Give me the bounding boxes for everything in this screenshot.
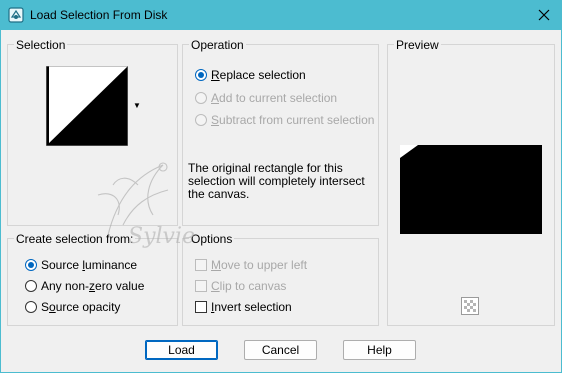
any-non-zero-value-radio[interactable]: Any non-zero value (25, 279, 144, 293)
source-opacity-radio[interactable]: Source opacity (25, 300, 120, 314)
transparency-grid-icon[interactable] (461, 297, 479, 315)
cancel-button[interactable]: Cancel (244, 340, 317, 360)
operation-group-label: Operation (189, 38, 246, 52)
source-luminance-label: Source luminance (41, 258, 138, 272)
create-from-group-label: Create selection from: (14, 232, 136, 246)
subtract-from-selection-label: Subtract from current selection (211, 113, 375, 127)
help-button[interactable]: Help (343, 340, 416, 360)
selection-thumbnail[interactable] (46, 66, 128, 146)
replace-selection-label: Replace selection (211, 68, 306, 82)
radio-indicator (195, 92, 207, 104)
radio-indicator (195, 69, 207, 81)
close-icon (538, 9, 550, 21)
clip-to-canvas-label: Clip to canvas (211, 279, 287, 293)
load-button[interactable]: Load (145, 340, 218, 360)
selection-group-label: Selection (14, 38, 68, 52)
subtract-from-selection-radio[interactable]: Subtract from current selection (195, 113, 374, 127)
checkbox-indicator (195, 301, 207, 313)
checkbox-indicator (195, 259, 207, 271)
invert-selection-checkbox[interactable]: Invert selection (195, 300, 292, 314)
move-to-upper-left-label: Move to upper left (211, 258, 308, 272)
title-bar: Load Selection From Disk (0, 0, 562, 30)
source-luminance-radio[interactable]: Source luminance (25, 258, 137, 272)
close-button[interactable] (526, 0, 562, 30)
preview-group-label: Preview (394, 38, 441, 52)
add-to-selection-radio[interactable]: Add to current selection (195, 91, 337, 105)
replace-selection-radio[interactable]: Replace selection (195, 68, 306, 82)
radio-indicator (25, 301, 37, 313)
window-title: Load Selection From Disk (30, 8, 168, 22)
preview-canvas (400, 145, 542, 234)
add-to-selection-label: Add to current selection (211, 91, 338, 105)
app-icon (8, 7, 24, 23)
source-opacity-label: Source opacity (41, 300, 121, 314)
invert-selection-label: Invert selection (211, 300, 292, 314)
radio-indicator (25, 259, 37, 271)
operation-info-text: The original rectangle for this selectio… (188, 161, 365, 201)
thumbnail-dropdown-icon[interactable]: ▼ (133, 101, 141, 110)
checkbox-indicator (195, 280, 207, 292)
preview-corner-mark (400, 145, 418, 158)
move-to-upper-left-checkbox[interactable]: Move to upper left (195, 258, 307, 272)
radio-indicator (195, 114, 207, 126)
any-non-zero-value-label: Any non-zero value (41, 279, 145, 293)
radio-indicator (25, 280, 37, 292)
options-group-label: Options (189, 232, 235, 246)
clip-to-canvas-checkbox[interactable]: Clip to canvas (195, 279, 286, 293)
